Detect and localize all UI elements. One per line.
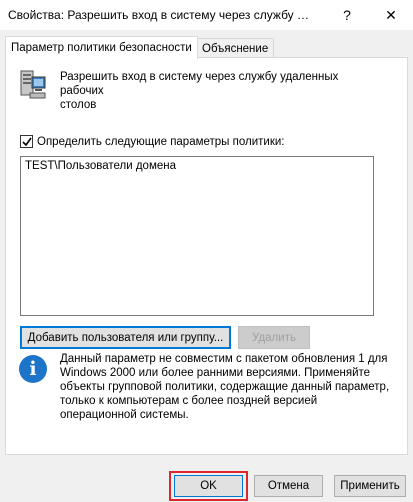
note-line: Данный параметр не совместим с пакетом о… [60, 353, 388, 365]
server-computer-icon [19, 68, 47, 100]
policy-name: Разрешить вход в систему через службу уд… [60, 70, 380, 112]
compatibility-note: Данный параметр не совместим с пакетом о… [60, 352, 390, 422]
note-line: операционной системы. [60, 409, 189, 421]
tab-explanation[interactable]: Объяснение [196, 38, 275, 59]
close-button[interactable]: ✕ [369, 0, 413, 30]
add-user-button[interactable]: Добавить пользователя или группу... [20, 326, 231, 349]
help-button[interactable]: ? [325, 0, 369, 30]
define-policy-label: Определить следующие параметры политики: [37, 135, 285, 148]
checkmark-icon [21, 137, 32, 146]
cancel-button[interactable]: Отмена [254, 475, 323, 497]
title-bar: Свойства: Разрешить вход в систему через… [0, 0, 413, 30]
list-item[interactable]: TEST\Пользователи домена [25, 160, 369, 172]
user-group-list[interactable]: TEST\Пользователи домена [20, 156, 374, 316]
policy-name-line1: Разрешить вход в систему через службу уд… [60, 71, 339, 97]
note-line: Windows 2000 или более ранними версиями.… [60, 367, 371, 379]
ok-button[interactable]: OK [174, 475, 243, 497]
tab-panel: Разрешить вход в систему через службу уд… [5, 57, 408, 455]
policy-name-line2: столов [60, 99, 97, 111]
note-line: объекты групповой политики, содержащие д… [60, 381, 390, 393]
define-policy-checkbox[interactable] [20, 135, 33, 148]
window-title: Свойства: Разрешить вход в систему через… [8, 8, 310, 22]
remove-button[interactable]: Удалить [238, 326, 310, 349]
tab-security-policy[interactable]: Параметр политики безопасности [5, 36, 198, 59]
note-line: только к компьютерам с более поздней вер… [60, 395, 318, 407]
apply-button[interactable]: Применить [334, 475, 406, 497]
define-policy-checkbox-row[interactable]: Определить следующие параметры политики: [20, 135, 285, 148]
info-icon: i [19, 355, 47, 383]
properties-dialog: Свойства: Разрешить вход в систему через… [0, 0, 413, 502]
